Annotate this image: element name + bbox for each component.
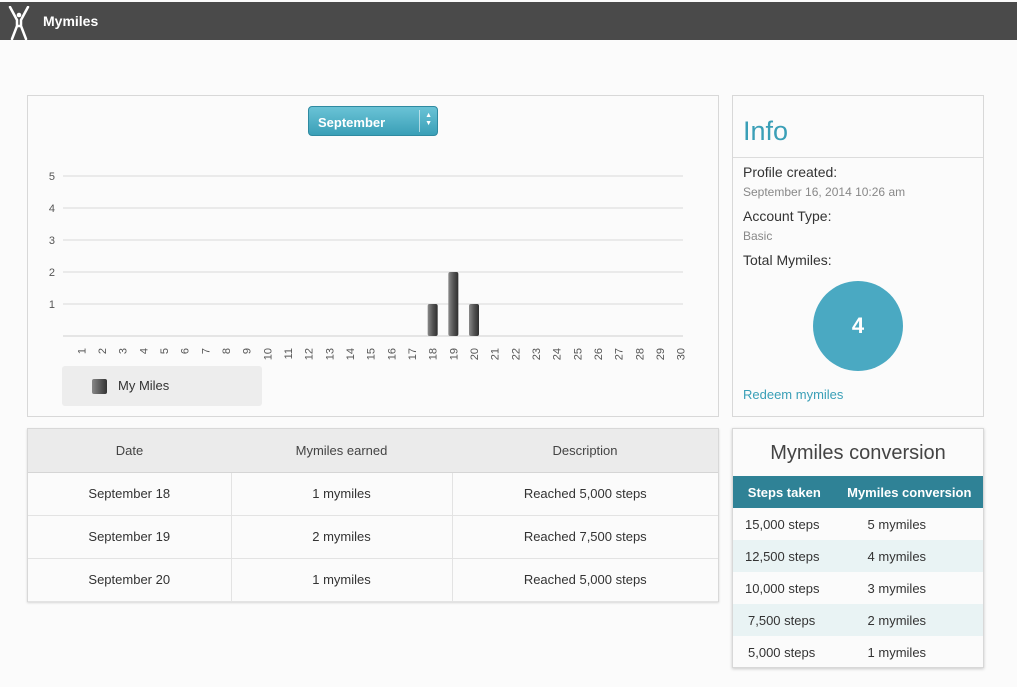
chart-bar: [427, 304, 438, 336]
conversion-panel: Mymiles conversion Steps taken Mymiles c…: [732, 428, 984, 668]
row-date: September 18: [28, 472, 231, 516]
earnings-header-row: Date Mymiles earned Description: [28, 429, 718, 473]
row-steps: 5,000 steps: [748, 644, 816, 660]
total-mymiles-badge: 4: [813, 281, 903, 371]
account-type-label: Account Type:: [743, 208, 832, 224]
earnings-panel: Date Mymiles earned Description Septembe…: [27, 428, 719, 602]
row-date: September 19: [28, 515, 231, 559]
y-tick-label: 4: [49, 203, 55, 215]
total-mymiles-label: Total Mymiles:: [743, 252, 832, 268]
table-row: September 19 2 mymiles Reached 7,500 ste…: [28, 515, 718, 559]
row-steps: 15,000 steps: [745, 516, 820, 532]
x-tick-label: 19: [448, 348, 460, 360]
conversion-header-row: Steps taken Mymiles conversion: [733, 476, 983, 508]
table-row: 7,500 steps 2 mymiles: [733, 604, 983, 636]
legend-swatch: [92, 379, 107, 394]
x-tick-label: 23: [531, 348, 543, 360]
account-type-value: Basic: [743, 229, 773, 243]
x-tick-label: 5: [159, 348, 171, 354]
x-tick-label: 17: [407, 348, 419, 360]
x-tick-label: 21: [490, 348, 502, 360]
column-header-description: Description: [452, 429, 718, 473]
x-tick-label: 27: [614, 348, 626, 360]
y-tick-label: 1: [49, 299, 55, 311]
table-row: September 20 1 mymiles Reached 5,000 ste…: [28, 558, 718, 602]
x-tick-label: 3: [118, 348, 130, 354]
info-title: Info: [743, 116, 789, 146]
miles-bar-chart: 123451 2 3 4 5 6 7 8 9 10 11 12 13 14 15 16 17 18 19 20 21 22…: [49, 171, 688, 360]
x-tick-label: 13: [324, 348, 336, 360]
top-bar: Mymiles: [0, 2, 1017, 40]
row-description: Reached 7,500 steps: [451, 515, 718, 559]
row-description: Reached 5,000 steps: [451, 472, 718, 516]
x-tick-label: 18: [428, 348, 440, 360]
chart-bar: [469, 304, 479, 336]
table-row: September 18 1 mymiles Reached 5,000 ste…: [28, 472, 718, 516]
x-tick-label: 6: [180, 348, 192, 354]
x-tick-label: 4: [138, 348, 150, 354]
x-tick-label: 20: [469, 348, 481, 360]
x-tick-label: 28: [634, 348, 646, 360]
row-earned: 1 mymiles: [230, 472, 452, 516]
row-mymiles: 5 mymiles: [867, 516, 927, 532]
x-tick-label: 16: [386, 348, 398, 360]
x-tick-label: 10: [262, 348, 274, 360]
row-earned: 1 mymiles: [230, 558, 452, 602]
chart-bar: [448, 272, 459, 336]
column-header-conversion: Mymiles conversion: [835, 476, 983, 508]
x-tick-label: 26: [593, 348, 605, 360]
legend-label: My Miles: [118, 378, 170, 393]
column-header-steps: Steps taken: [733, 476, 836, 508]
x-tick-label: 11: [283, 348, 295, 359]
x-tick-label: 24: [552, 348, 564, 360]
redeem-mymiles-link[interactable]: Redeem mymiles: [743, 387, 843, 402]
x-tick-label: 1: [76, 348, 88, 354]
x-tick-label: 7: [200, 348, 212, 354]
x-tick-label: 22: [510, 348, 522, 360]
y-tick-label: 3: [49, 235, 55, 247]
x-tick-label: 29: [655, 348, 667, 360]
x-tick-label: 30: [676, 348, 688, 360]
row-earned: 2 mymiles: [230, 515, 452, 559]
row-mymiles: 1 mymiles: [867, 644, 927, 660]
x-tick-label: 8: [221, 348, 233, 354]
x-tick-label: 9: [242, 348, 254, 354]
row-mymiles: 2 mymiles: [835, 604, 983, 636]
row-mymiles: 3 mymiles: [867, 580, 927, 596]
y-tick-label: 2: [49, 267, 55, 279]
table-row: 10,000 steps 3 mymiles: [733, 572, 983, 604]
row-steps: 10,000 steps: [745, 580, 820, 596]
row-steps: 7,500 steps: [733, 604, 836, 636]
x-tick-label: 25: [572, 348, 584, 360]
column-header-earned: Mymiles earned: [231, 429, 452, 473]
earnings-table: Date Mymiles earned Description Septembe…: [28, 429, 718, 602]
y-tick-label: 5: [49, 171, 55, 183]
column-header-date: Date: [28, 429, 231, 473]
x-tick-label: 14: [345, 348, 357, 360]
table-row: 5,000 steps 1 mymiles: [733, 636, 983, 668]
person-logo-icon: [8, 6, 30, 40]
x-tick-label: 2: [97, 348, 109, 354]
chart-legend: My Miles: [62, 366, 262, 406]
table-row: 15,000 steps 5 mymiles: [733, 508, 983, 540]
conversion-title: Mymiles conversion: [770, 442, 946, 464]
row-date: September 20: [28, 558, 231, 602]
profile-created-value: September 16, 2014 10:26 am: [743, 185, 906, 199]
info-divider: [733, 157, 983, 158]
row-mymiles: 4 mymiles: [835, 540, 983, 572]
profile-created-label: Profile created:: [743, 164, 838, 180]
app-title: Mymiles: [43, 13, 99, 29]
x-tick-label: 15: [366, 348, 378, 360]
row-description: Reached 5,000 steps: [451, 558, 718, 602]
table-row: 12,500 steps 4 mymiles: [733, 540, 983, 572]
miles-chart-panel: September ▲ ▼ 1 2 3 4 5 1 2 3 4 5 6 7 8 9 10 11 12 13 14 15 1…: [27, 95, 719, 417]
x-tick-label: 12: [304, 348, 316, 360]
conversion-table: Steps taken Mymiles conversion 15,000 st…: [733, 476, 983, 668]
info-panel: Info Profile created: September 16, 2014…: [732, 95, 984, 417]
row-steps: 12,500 steps: [733, 540, 836, 572]
